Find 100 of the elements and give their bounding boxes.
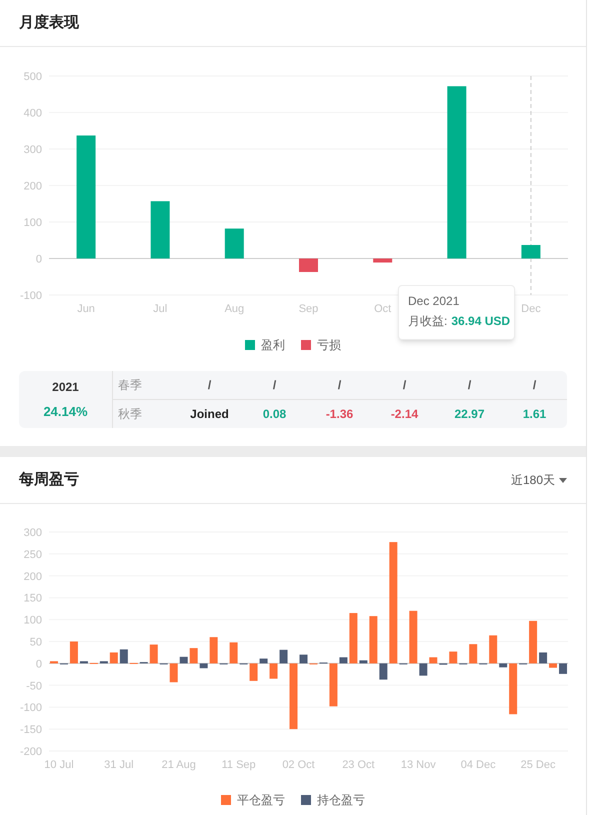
- table-cell-text: /: [466, 377, 472, 394]
- bar: [359, 660, 368, 664]
- legend-label: 平仓盈亏: [237, 792, 285, 809]
- axis-tick-label: 23 Oct: [342, 759, 375, 771]
- axis-tick-label: -150: [20, 724, 42, 736]
- axis-tick-label: 04 Dec: [460, 759, 496, 771]
- axis-tick-label: Oct: [374, 303, 392, 315]
- bar: [110, 652, 118, 664]
- bar: [349, 613, 358, 664]
- axis-tick-label: -100: [20, 702, 42, 714]
- year-label: 2021: [52, 378, 79, 396]
- bar: [200, 663, 208, 668]
- axis-tick-label: 13 Nov: [400, 759, 436, 771]
- bar: [489, 635, 498, 664]
- bar: [260, 658, 268, 664]
- bar: [419, 663, 428, 676]
- axis-tick-label: 0: [36, 254, 42, 266]
- bar: [521, 245, 540, 258]
- bar: [339, 657, 348, 664]
- bar: [230, 642, 238, 664]
- axis-tick-label: 150: [24, 592, 42, 605]
- bar: [80, 661, 88, 664]
- bar: [469, 644, 478, 664]
- bar: [224, 228, 244, 258]
- legend-label: 持仓盈亏: [317, 792, 365, 809]
- caret-icon: [559, 478, 567, 482]
- bar: [250, 663, 258, 681]
- axis-tick-label: Jun: [77, 303, 95, 315]
- bar: [429, 657, 438, 664]
- section-title: 每周盈亏: [19, 470, 79, 490]
- axis-tick-label: 02 Oct: [282, 759, 315, 771]
- table-cell-text: /: [402, 377, 408, 394]
- bar: [499, 663, 508, 668]
- bar: [280, 650, 288, 664]
- bar: [529, 620, 538, 664]
- axis-tick-label: -100: [20, 290, 42, 302]
- axis-tick-label: 0: [36, 658, 42, 670]
- tooltip-title: Dec 2021: [408, 293, 460, 310]
- bar: [210, 637, 218, 664]
- tooltip-value: 36.94 USD: [451, 313, 510, 330]
- season-label: 春季: [117, 377, 143, 394]
- bar: [369, 616, 378, 664]
- axis-tick-label: Jul: [153, 303, 168, 315]
- table-cell-text: /: [206, 377, 212, 394]
- axis-tick-label: -50: [26, 680, 42, 692]
- axis-tick-label: 200: [24, 570, 42, 583]
- bar: [50, 661, 58, 664]
- axis-tick-label: 200: [24, 180, 42, 192]
- bar: [329, 663, 338, 706]
- axis-tick-label: 500: [24, 71, 42, 83]
- axis-tick-label: 50: [30, 636, 42, 648]
- bar: [70, 642, 78, 664]
- axis-tick-label: 21 Aug: [162, 759, 196, 771]
- bar: [449, 652, 458, 664]
- bar: [170, 663, 178, 682]
- return-value: 24.14%: [43, 402, 88, 421]
- axis-tick-label: 300: [24, 144, 42, 156]
- table-cell-text: /: [336, 377, 342, 394]
- bar: [409, 610, 418, 664]
- bar: [559, 663, 568, 674]
- axis-tick-label: Dec: [521, 303, 541, 315]
- axis-tick-label: 300: [24, 527, 42, 539]
- table-cell-text: -2.14: [390, 406, 420, 423]
- axis-tick-label: 250: [24, 548, 42, 561]
- axis-tick-label: Sep: [298, 303, 318, 315]
- bar: [100, 661, 108, 664]
- bar: [190, 648, 198, 664]
- legend-label: 盈利: [261, 337, 285, 354]
- bar: [150, 644, 158, 664]
- axis-tick-label: 11 Sep: [222, 759, 256, 771]
- bar: [379, 663, 388, 680]
- tooltip-label: 月收益:: [408, 313, 448, 330]
- axis-tick-label: 100: [24, 614, 42, 627]
- bar: [120, 649, 128, 664]
- table-cell-text: Joined: [189, 406, 230, 423]
- axis-tick-label: 400: [24, 108, 42, 120]
- axis-tick-label: 31 Jul: [104, 759, 134, 771]
- axis-tick-label: 10 Jul: [44, 759, 74, 771]
- bar: [270, 663, 278, 679]
- table-cell-text: 0.08: [262, 406, 288, 423]
- axis-tick-label: 25 Dec: [520, 759, 556, 771]
- range-dropdown[interactable]: 近180天: [510, 471, 567, 489]
- bar: [150, 201, 170, 258]
- legend-label: 亏损: [317, 337, 341, 354]
- section-title: 月度表现: [19, 12, 79, 33]
- table-cell-text: 1.61: [522, 406, 548, 423]
- bar: [299, 258, 318, 272]
- table-cell-text: -1.36: [324, 406, 354, 423]
- axis-tick-label: Aug: [224, 303, 244, 315]
- bar: [539, 652, 548, 664]
- table-cell-text: /: [532, 377, 538, 394]
- bar: [180, 656, 188, 664]
- table-cell-text: 22.97: [453, 406, 486, 423]
- bar: [290, 663, 298, 730]
- season-label: 秋季: [117, 406, 143, 423]
- axis-tick-label: -200: [20, 746, 42, 758]
- bar: [509, 663, 518, 714]
- bar: [373, 258, 392, 263]
- table-cell-text: /: [272, 377, 278, 394]
- bar: [549, 663, 558, 668]
